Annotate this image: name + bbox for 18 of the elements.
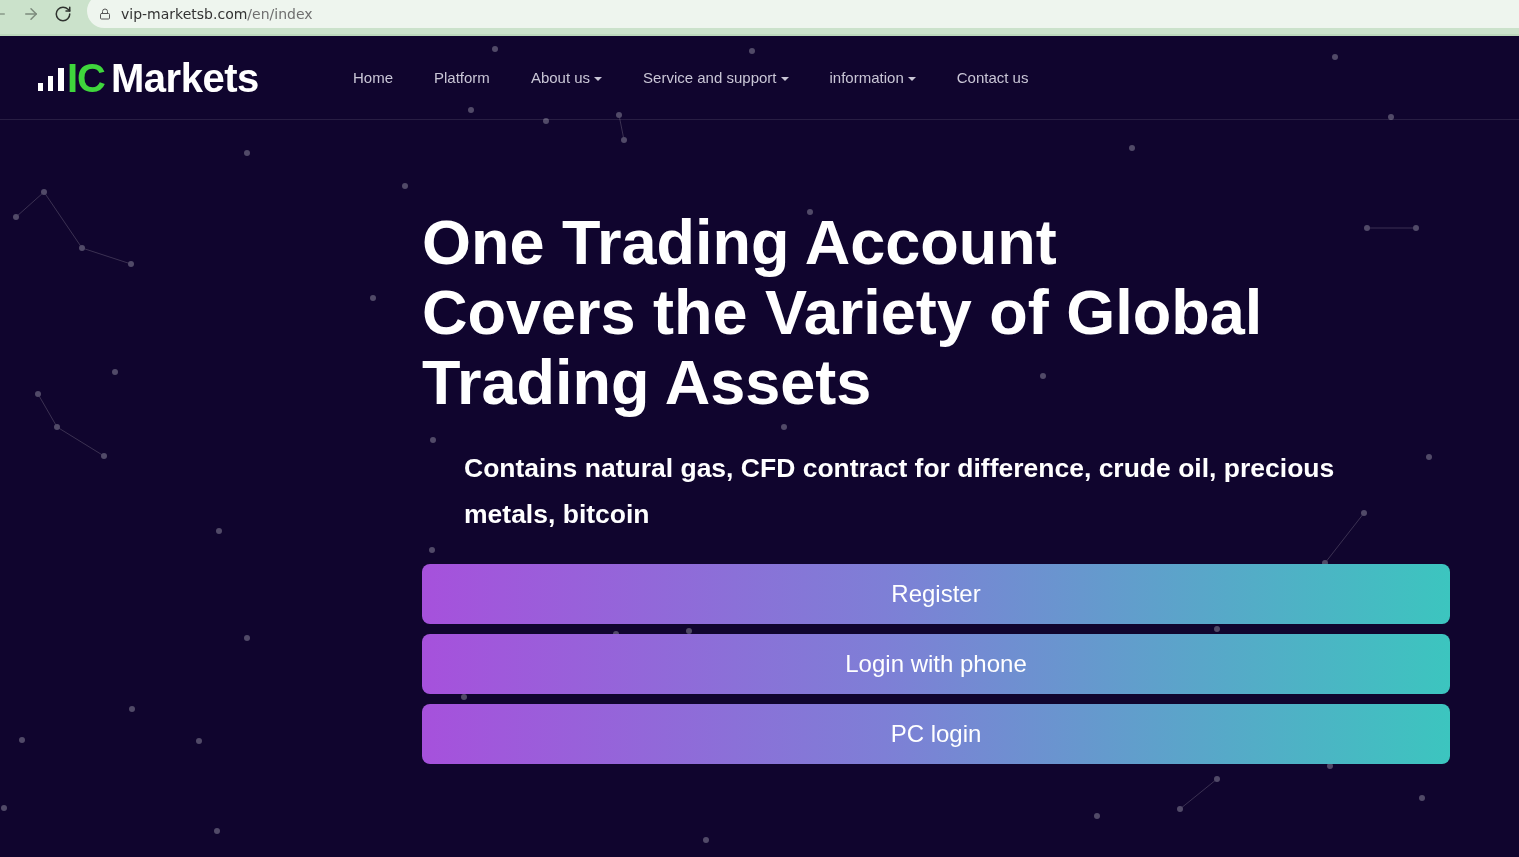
hero-subtitle: Contains natural gas, CFD contract for difference, crude oil, precious metals, bitcoin [464,452,1336,531]
logo-initials: IC [67,57,105,98]
forward-arrow-icon[interactable] [22,5,40,23]
reload-icon[interactable] [54,5,72,23]
bar-chart-icon [38,67,64,91]
nav-link[interactable]: Platform [434,69,490,86]
nav-link[interactable]: Contact us [956,69,1029,86]
caret-icon [780,76,789,81]
logo-wordmark: Markets [111,57,259,98]
lock-icon [99,8,111,20]
hero-heading: One Trading Account Covers the Variety of Global Trading Assets [422,207,1264,417]
caret-icon [907,76,916,81]
nav-link[interactable]: About us [530,69,603,86]
caret-icon [594,76,603,81]
nav-link[interactable]: Service and support [643,69,789,86]
address-bar[interactable]: vip-marketsb.com/en/index [87,0,1519,28]
nav-link[interactable]: Home [353,69,393,86]
nav-link[interactable]: information [829,69,916,86]
